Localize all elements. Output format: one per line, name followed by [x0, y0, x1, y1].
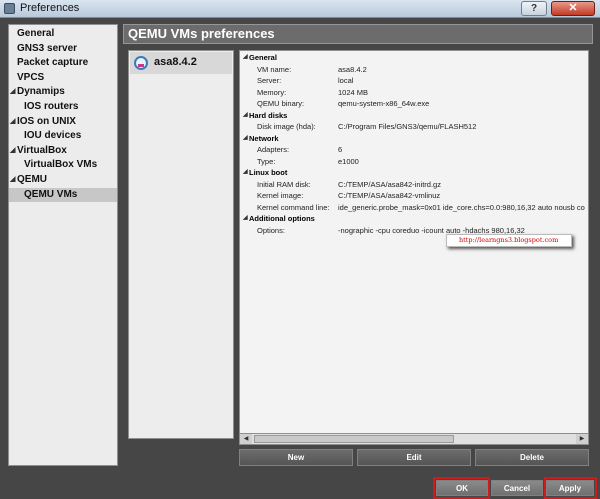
details-row: Disk image (hda): C:/Program Files/GNS3/q… [240, 122, 588, 133]
details-row: Kernel image: C:/TEMP/ASA/asa842-vmlinuz [240, 191, 588, 202]
sidebar-item-vpcs[interactable]: VPCS [9, 71, 117, 86]
collapse-arrow-icon[interactable]: ◢ [243, 168, 248, 175]
preferences-tree[interactable]: General GNS3 server Packet capture VPCS ◢ Dyn… [8, 24, 118, 466]
details-row: VM name: asa8.4.2 [240, 64, 588, 76]
details-value: local [338, 76, 354, 85]
expand-arrow-icon[interactable]: ◢ [10, 115, 15, 130]
expand-arrow-icon[interactable]: ◢ [10, 85, 15, 100]
expand-arrow-icon[interactable]: ◢ [10, 173, 15, 188]
sidebar-item-ios-routers[interactable]: IOS routers [9, 100, 117, 115]
sidebar-item-qemu[interactable]: ◢ QEMU [9, 173, 117, 188]
details-key: Options: [257, 225, 285, 235]
collapse-arrow-icon[interactable]: ◢ [243, 53, 248, 60]
sidebar-item-ios-on-unix[interactable]: ◢ IOS on UNIX [9, 115, 117, 130]
watermark-url: http://learngns3.blogspot.com [446, 234, 572, 247]
sidebar-item-packet-capture[interactable]: Packet capture [9, 56, 117, 71]
ok-highlight-box [433, 477, 490, 499]
details-value: asa8.4.2 [338, 64, 367, 74]
sidebar-item-label: General [17, 28, 55, 39]
details-key: Server: [257, 76, 282, 85]
window-title: Preferences [20, 2, 80, 14]
sidebar-item-label: VPCS [17, 71, 45, 83]
details-value: e1000 [338, 156, 359, 166]
details-key: Kernel image: [257, 191, 304, 200]
details-key: Initial RAM disk: [257, 179, 311, 189]
vm-list-item[interactable]: asa8.4.2 [130, 52, 232, 74]
details-key: QEMU binary: [257, 99, 305, 108]
details-key: VM name: [257, 64, 292, 74]
sidebar-item-label: VirtualBox VMs [24, 159, 98, 171]
horizontal-scrollbar[interactable]: ◀ ▶ [239, 433, 589, 445]
sidebar-item-label: QEMU VMs [24, 188, 78, 200]
details-section-title: Additional options [249, 214, 315, 223]
help-button[interactable]: ? [521, 1, 547, 16]
collapse-arrow-icon[interactable]: ◢ [243, 134, 248, 141]
details-value: 1024 MB [338, 87, 369, 97]
qemu-vm-icon [134, 56, 148, 70]
sidebar-item-iou-devices[interactable]: IOU devices [9, 129, 117, 144]
scrollbar-thumb[interactable] [254, 435, 454, 443]
title-bar: Preferences ? ✕ [0, 0, 600, 18]
new-button[interactable]: New [239, 449, 353, 466]
sidebar-item-label: IOS routers [24, 100, 79, 112]
details-row: Server: local [240, 76, 588, 87]
details-section-title: Network [249, 133, 279, 143]
details-key: Adapters: [257, 145, 290, 154]
expand-arrow-icon[interactable]: ◢ [10, 144, 15, 159]
sidebar-item-label: GNS3 server [17, 42, 78, 54]
sidebar-item-virtualbox-vms[interactable]: VirtualBox VMs [9, 158, 117, 173]
details-key: Kernel command line: [257, 202, 330, 212]
sidebar-item-label: VirtualBox [17, 144, 67, 156]
details-row: Type: e1000 [240, 156, 588, 168]
details-key: Disk image (hda): [257, 122, 316, 131]
vm-list[interactable]: asa8.4.2 [128, 50, 234, 439]
collapse-arrow-icon[interactable]: ◢ [243, 111, 248, 118]
page-title: QEMU VMs preferences [128, 26, 275, 41]
details-value: C:/TEMP/ASA/asa842-initrd.gz [338, 179, 441, 189]
details-value: qemu-system-x86_64w.exe [338, 99, 430, 108]
details-value: ide_generic.probe_mask=0x01 ide_core.chs… [338, 202, 585, 212]
sidebar-item-label: Packet capture [17, 57, 89, 69]
details-row: QEMU binary: qemu-system-x86_64w.exe [240, 99, 588, 110]
details-value: 6 [338, 145, 343, 154]
sidebar-item-label: QEMU [17, 173, 47, 185]
page-header: QEMU VMs preferences [123, 24, 593, 44]
sidebar-item-general[interactable]: General [9, 27, 117, 42]
sidebar-item-qemu-vms[interactable]: QEMU VMs [9, 187, 117, 203]
details-row: Adapters: 6 [240, 145, 588, 156]
vm-name: asa8.4.2 [154, 56, 197, 68]
details-section-title: Hard disks [249, 110, 288, 120]
delete-button[interactable]: Delete [475, 449, 589, 466]
cancel-button[interactable]: Cancel [491, 480, 543, 496]
details-section-title: Linux boot [249, 168, 288, 177]
edit-button[interactable]: Edit [357, 449, 471, 466]
collapse-arrow-icon[interactable]: ◢ [243, 214, 248, 221]
details-value: C:/Program Files/GNS3/qemu/FLASH512 [338, 122, 477, 131]
scroll-right-icon[interactable]: ▶ [576, 434, 588, 444]
scroll-left-icon[interactable]: ◀ [240, 434, 252, 444]
details-value: C:/TEMP/ASA/asa842-vmlinuz [338, 191, 441, 200]
vm-details-tree[interactable]: ◢ General VM name: asa8.4.2 Server: local Memo… [239, 50, 589, 445]
details-key: Type: [257, 156, 276, 166]
close-button[interactable]: ✕ [551, 1, 595, 16]
sidebar-item-label: IOU devices [24, 130, 82, 142]
app-icon [4, 3, 15, 14]
details-row: Initial RAM disk: C:/TEMP/ASA/asa842-init… [240, 179, 588, 191]
sidebar-item-dynamips[interactable]: ◢ Dynamips [9, 85, 117, 100]
sidebar-item-virtualbox[interactable]: ◢ VirtualBox [9, 144, 117, 159]
sidebar-item-gns3-server[interactable]: GNS3 server [9, 42, 117, 57]
sidebar-item-label: Dynamips [17, 86, 65, 98]
details-row: Memory: 1024 MB [240, 87, 588, 99]
details-row: Kernel command line: ide_generic.probe_ma… [240, 202, 588, 214]
sidebar-item-label: IOS on UNIX [17, 115, 76, 127]
details-key: Memory: [257, 87, 287, 97]
apply-highlight-box [544, 477, 597, 499]
details-section-title: General [249, 53, 277, 62]
